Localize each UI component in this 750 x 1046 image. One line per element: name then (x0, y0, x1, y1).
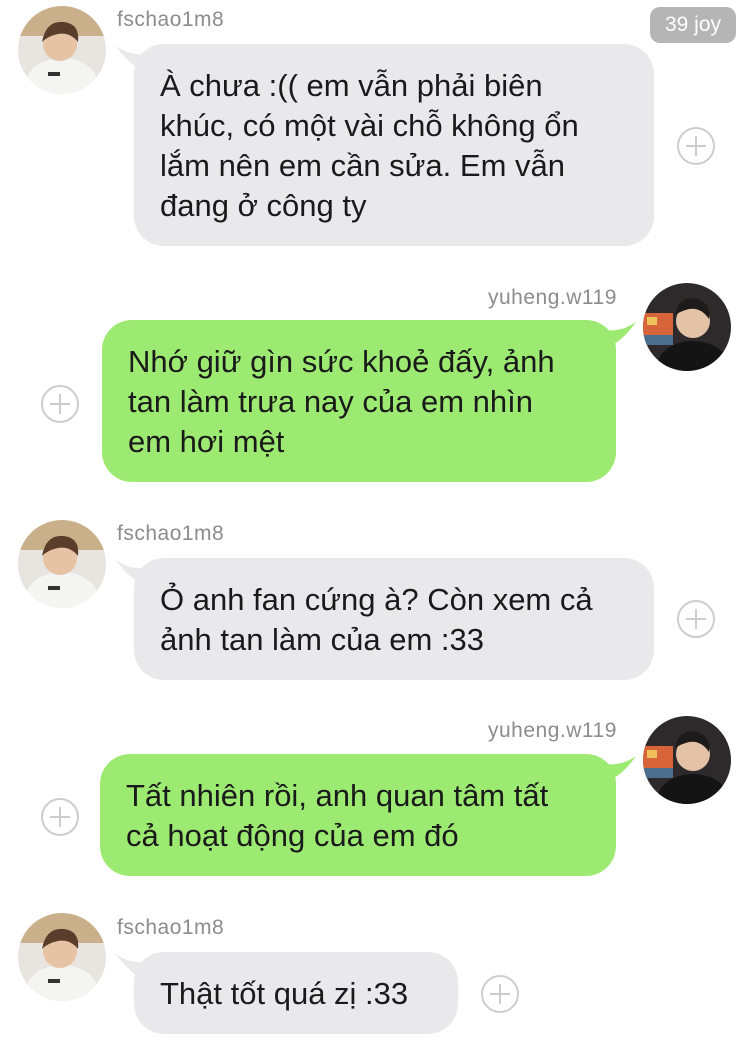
message-bubble[interactable]: Ỏ anh fan cứng à? Còn xem cả ảnh tan làm… (134, 558, 654, 680)
user-avatar-icon (18, 913, 106, 1001)
add-reaction-icon[interactable] (41, 798, 79, 836)
avatar-fschao1m8[interactable] (18, 6, 106, 94)
avatar-fschao1m8[interactable] (18, 913, 106, 1001)
user-avatar-icon (18, 520, 106, 608)
message-line: khúc, có một vài chỗ không ổn (160, 108, 579, 143)
message-line: tan làm trưa nay của em nhìn (128, 384, 534, 419)
message-line: Ỏ anh fan cứng à? Còn xem cả (160, 582, 593, 617)
message-line: Tất nhiên rồi, anh quan tâm tất (126, 778, 549, 813)
avatar-yuheng[interactable] (643, 283, 731, 371)
username-label: fschao1m8 (117, 916, 225, 939)
username-label: yuheng.w119 (488, 286, 617, 309)
message-line: em hơi mệt (128, 424, 285, 459)
user-avatar-icon (643, 716, 731, 804)
count-badge[interactable]: 39 joy (650, 7, 736, 43)
user-avatar-icon (643, 283, 731, 371)
message-bubble[interactable]: À chưa :(( em vẫn phải biên khúc, có một… (134, 44, 654, 246)
username-label: fschao1m8 (117, 8, 225, 31)
add-reaction-icon[interactable] (41, 385, 79, 423)
message-bubble[interactable]: Tất nhiên rồi, anh quan tâm tất cả hoạt … (100, 754, 616, 876)
username-label: yuheng.w119 (488, 719, 617, 742)
add-reaction-icon[interactable] (677, 127, 715, 165)
add-reaction-icon[interactable] (481, 975, 519, 1013)
message-line: Nhớ giữ gìn sức khoẻ đấy, ảnh (128, 344, 555, 379)
user-avatar-icon (18, 6, 106, 94)
message-line: À chưa :(( em vẫn phải biên (160, 68, 543, 103)
message-bubble[interactable]: Nhớ giữ gìn sức khoẻ đấy, ảnh tan làm tr… (102, 320, 616, 482)
message-line: Thật tốt quá zị :33 (160, 976, 409, 1011)
avatar-yuheng[interactable] (643, 716, 731, 804)
message-line: cả hoạt động của em đó (126, 818, 459, 853)
avatar-fschao1m8[interactable] (18, 520, 106, 608)
add-reaction-icon[interactable] (677, 600, 715, 638)
message-bubble[interactable]: Thật tốt quá zị :33 (134, 952, 458, 1034)
message-line: đang ở công ty (160, 188, 367, 223)
username-label: fschao1m8 (117, 522, 225, 545)
message-line: ảnh tan làm của em :33 (160, 622, 484, 657)
message-line: lắm nên em cần sửa. Em vẫn (160, 148, 565, 183)
